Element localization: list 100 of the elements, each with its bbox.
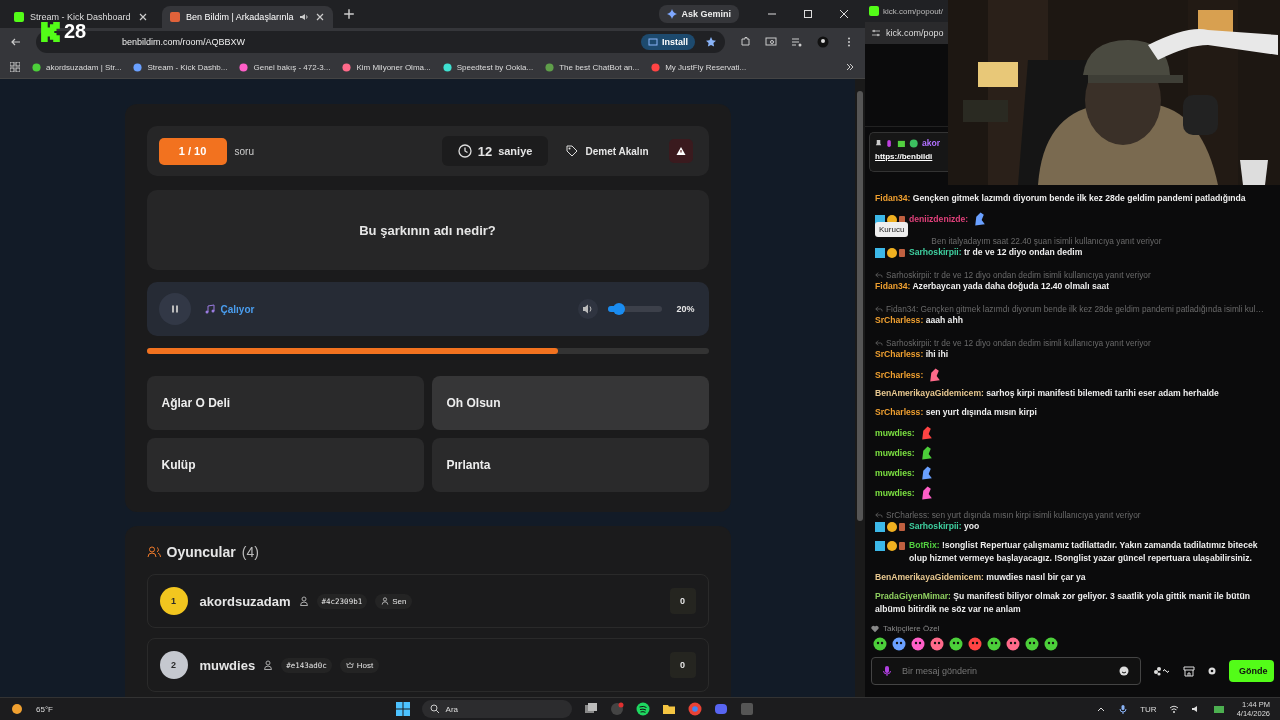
store-icon[interactable]: [1183, 665, 1195, 677]
favicon-icon: [442, 62, 452, 72]
language-indicator[interactable]: TUR: [1140, 704, 1157, 714]
chat-message: BotRix: !songlist Repertuar çalışmamız tadilattadır. Yakın zamanda tadilatımız bitecek olup hizmet vermeye başlayacagız. !Songlist yazar güncel repertuara ulaşabilirsiniz.: [909, 539, 1259, 565]
bookmark-label[interactable]: Kim Milyoner Olma...: [356, 62, 431, 72]
emote-icon[interactable]: [911, 637, 925, 651]
favicon-icon: [14, 12, 24, 22]
answer-option[interactable]: Kulüp: [146, 438, 424, 492]
message-input[interactable]: Bir mesaj gönderin: [871, 657, 1141, 685]
points-icon[interactable]: [1153, 666, 1171, 676]
emote-icon[interactable]: [873, 637, 887, 651]
bookmark-label[interactable]: The best ChatBot an...: [559, 62, 640, 72]
artist-tag: Demet Akalın: [585, 145, 649, 157]
favicon-icon: [133, 62, 143, 72]
close-icon[interactable]: [315, 12, 326, 22]
chat-message: Fidan34: Azerbaycan yada daha doğuda 12.40 olmalı saat: [875, 280, 1110, 293]
person-icon: [263, 660, 274, 670]
new-tab-icon[interactable]: [343, 8, 356, 20]
close-icon[interactable]: [839, 9, 849, 19]
wifi-icon[interactable]: [1168, 704, 1179, 714]
volume-thumb[interactable]: [613, 303, 626, 315]
timer-value: 12: [477, 143, 493, 159]
chat-username: muwdies:: [875, 426, 915, 440]
pinned-link[interactable]: https://benbildi: [875, 152, 948, 161]
microphone-icon[interactable]: [881, 665, 893, 677]
player-name: akordsuzadam: [199, 593, 291, 609]
answer-option[interactable]: Pırlanta: [431, 438, 709, 492]
reply-icon: [875, 270, 883, 279]
screen-search-icon[interactable]: [765, 36, 777, 48]
emote-icon[interactable]: [987, 637, 1001, 651]
rank-badge: 1: [159, 587, 188, 615]
emote-icon[interactable]: [930, 637, 944, 651]
bookmark-label[interactable]: Speedtest by Ookla...: [456, 62, 534, 72]
crown-icon: [345, 661, 354, 669]
reply-context: Fidan34: Gençken gitmek lazımdı diyorum bende ilk kez 28de geldim pandemi patladığında isimli kul…: [886, 303, 1264, 314]
emote-icon[interactable]: [1006, 637, 1020, 651]
weather-icon: [10, 702, 24, 716]
battery-icon[interactable]: [1212, 703, 1225, 715]
browser-tab[interactable]: kick.com/popout/: [865, 0, 948, 22]
settings-icon[interactable]: [871, 28, 881, 38]
report-button[interactable]: [668, 139, 693, 163]
emote-icon[interactable]: [1025, 637, 1039, 651]
bookmark-label[interactable]: My JustFly Reservati...: [665, 62, 747, 72]
playback-status: Çalıyor: [220, 303, 255, 315]
answer-option[interactable]: Ağlar O Deli: [146, 376, 424, 430]
browser-tab[interactable]: Ben Bildim | Arkadaşlarınla: [162, 6, 334, 28]
pause-icon: [169, 304, 180, 314]
player-name: muwdies: [199, 657, 256, 673]
chat-username: muwdies:: [875, 486, 915, 500]
install-button[interactable]: Install: [641, 34, 695, 50]
scrollbar[interactable]: [855, 79, 865, 697]
bookmark-label[interactable]: akordsuzadam | Str...: [46, 62, 122, 72]
reply-icon: [875, 510, 883, 519]
back-icon[interactable]: [10, 36, 22, 48]
kick-logo-icon: [40, 20, 62, 43]
bookmark-label[interactable]: Stream - Kick Dashb...: [147, 62, 228, 72]
speaker-icon[interactable]: [299, 12, 310, 22]
media-icon[interactable]: [791, 36, 803, 48]
maximize-icon[interactable]: [803, 9, 813, 19]
emote-icon[interactable]: [1044, 637, 1058, 651]
chat-username: SrCharless:: [875, 368, 924, 382]
address-field[interactable]: kick.com/popo: [865, 22, 948, 44]
settings-icon[interactable]: [1207, 666, 1217, 676]
close-icon[interactable]: [138, 12, 148, 22]
windows-icon[interactable]: [395, 702, 410, 716]
taskbar-search-field[interactable]: Ara: [421, 700, 572, 718]
ask-gemini-button[interactable]: Ask Gemini: [659, 5, 739, 23]
volume-slider[interactable]: [608, 306, 663, 312]
folder-icon[interactable]: [661, 702, 676, 716]
apps-icon[interactable]: [10, 62, 20, 72]
app-icon[interactable]: [609, 702, 624, 716]
emote-icon[interactable]: [968, 637, 982, 651]
answer-option[interactable]: Oh Olsun: [431, 376, 709, 430]
send-button[interactable]: Gönde: [1229, 660, 1274, 682]
weather-temperature: 65°F: [36, 704, 53, 714]
extensions-icon[interactable]: [739, 36, 751, 48]
profile-icon[interactable]: [817, 36, 829, 48]
players-count: (4): [241, 544, 259, 560]
chevron-icon[interactable]: [845, 62, 855, 72]
pause-button[interactable]: [158, 293, 191, 325]
badge-icons: [875, 138, 919, 148]
star-icon[interactable]: [705, 36, 717, 48]
emote-icon[interactable]: [949, 637, 963, 651]
bookmark-label[interactable]: Genel bakış - 472-3...: [253, 62, 331, 72]
chat-message: PradaGiyenMimar: Şu manifesti biliyor olmak zor geliyor. 3 saatlik yola gittik manit ile bütün albümü bitirdik ne söz var ne anlam: [875, 590, 1251, 616]
counter-label: soru: [234, 145, 255, 157]
chat-app-icon[interactable]: [713, 702, 728, 716]
pinned-username: akor: [922, 138, 941, 148]
music-app-icon[interactable]: [635, 702, 650, 716]
emote-icon[interactable]: [892, 637, 906, 651]
tag-icon: [565, 145, 578, 157]
task-view-icon[interactable]: [583, 702, 598, 716]
emoji-icon[interactable]: [1119, 666, 1129, 676]
microphone-icon[interactable]: [1118, 704, 1129, 714]
role-label: Sen: [392, 596, 407, 606]
volume-icon[interactable]: [578, 299, 599, 319]
reply-context: Sarhoskirpii: tr de ve 12 diyo ondan dedim isimli kullanıcıya yanıt veriyor: [886, 337, 1151, 348]
chat-message: SrCharless: sen yurt dışında mısın kirpi: [875, 406, 1037, 419]
chat-username: deniizdenizde:: [909, 212, 969, 226]
browser-icon[interactable]: [687, 702, 702, 716]
